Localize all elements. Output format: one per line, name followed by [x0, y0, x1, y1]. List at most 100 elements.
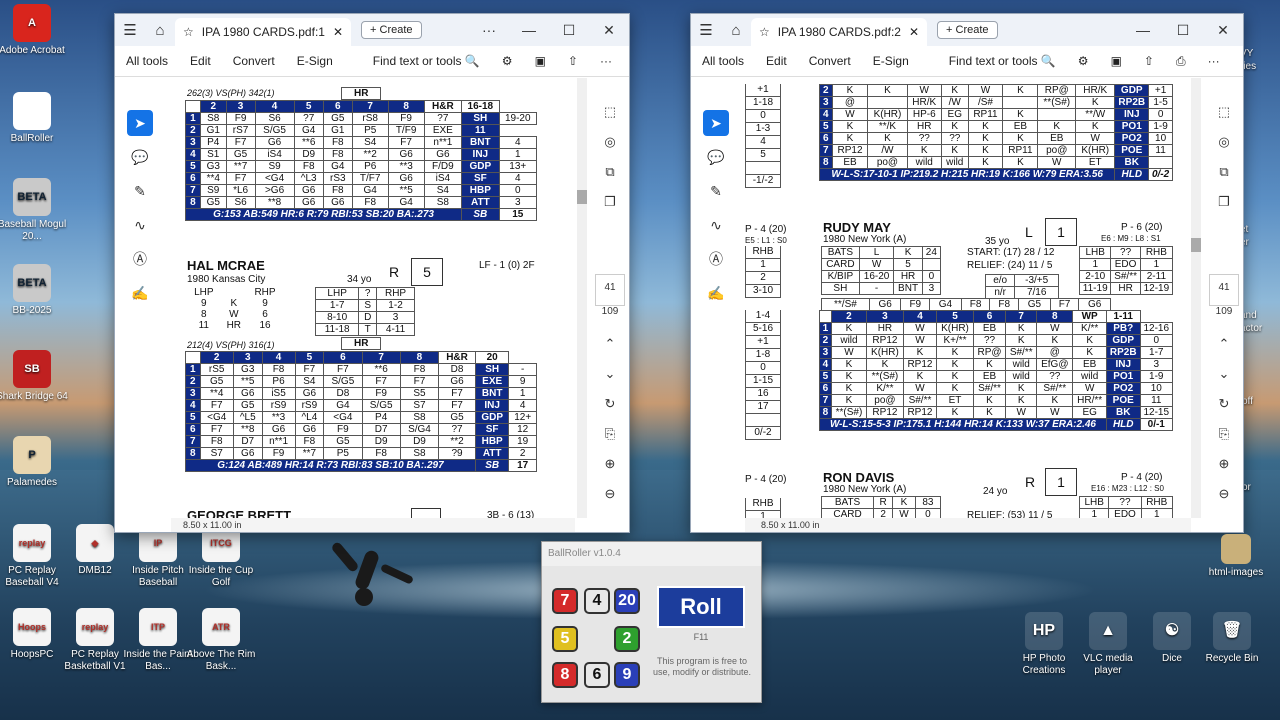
html-images-folder[interactable]: html-images — [1200, 534, 1272, 579]
vertical-scrollbar[interactable] — [577, 78, 587, 518]
create-button[interactable]: + Create — [937, 21, 998, 39]
more-icon[interactable]: ··· — [469, 14, 509, 46]
comment-tool-icon[interactable]: 💬 — [127, 144, 153, 170]
pdf-window-2[interactable]: ☰ ⌂ ☆ IPA 1980 CARDS.pdf:2 ✕ + Create — … — [690, 13, 1244, 533]
menu-convert[interactable]: Convert — [222, 54, 286, 68]
select-tool-icon[interactable]: ➤ — [127, 110, 153, 136]
pages-icon[interactable]: ❐ — [1209, 194, 1239, 224]
home-icon[interactable]: ⌂ — [721, 22, 751, 39]
more-options-icon[interactable]: ··· — [1197, 54, 1231, 68]
more-options-icon[interactable]: ··· — [589, 54, 623, 68]
page-up-icon[interactable]: ⌃ — [595, 336, 625, 366]
zoom-in-icon[interactable]: ⊕ — [595, 456, 625, 486]
minimize-icon[interactable]: — — [509, 14, 549, 46]
star-icon[interactable]: ☆ — [759, 25, 770, 39]
rotate-icon[interactable]: ↻ — [595, 396, 625, 426]
horizontal-scrollbar[interactable]: 8.50 x 11.00 in — [171, 518, 575, 532]
page-down-icon[interactable]: ⌄ — [595, 366, 625, 396]
pdf-page-2[interactable]: +1 1-18 0 1-3 4 5 -1/-2 2 K K W K W K RP@ HR/K GDP +1 3 @ H… — [745, 78, 1191, 518]
menu-edit[interactable]: Edit — [179, 54, 222, 68]
print-icon[interactable]: ⎙ — [1165, 54, 1197, 69]
menu-convert[interactable]: Convert — [798, 54, 862, 68]
desktop-icon-5[interactable]: P Palamedes — [0, 436, 68, 489]
desktop-icon-right-0[interactable]: HP HP Photo Creations — [1008, 612, 1080, 677]
menu-esign[interactable]: E-Sign — [286, 54, 344, 68]
page-number-box[interactable]: 41 — [595, 274, 625, 306]
highlight-tool-icon[interactable]: ✎ — [127, 178, 153, 204]
document-tab-2[interactable]: ☆ IPA 1980 CARDS.pdf:2 ✕ — [751, 18, 928, 46]
zoom-out-icon[interactable]: ⊖ — [1209, 486, 1239, 516]
minimize-icon[interactable]: — — [1123, 14, 1163, 46]
roll-button[interactable]: Roll — [657, 586, 745, 628]
tools-icon[interactable]: ⚙ — [491, 54, 524, 68]
menu-esign[interactable]: E-Sign — [862, 54, 920, 68]
sign-tool-icon[interactable]: ✍ — [127, 280, 153, 306]
close-window-icon[interactable]: ✕ — [589, 14, 629, 46]
create-button[interactable]: + Create — [361, 21, 422, 39]
desktop-icon-bottom-6[interactable]: ITP Inside the Paint Bas... — [122, 608, 194, 673]
fit-page-icon[interactable]: ⎘ — [595, 426, 625, 456]
desktop-icon-bottom-3[interactable]: ITCG Inside the Cup Golf — [185, 524, 257, 589]
zoom-out-icon[interactable]: ⊖ — [595, 486, 625, 516]
page-number-box[interactable]: 41 — [1209, 274, 1239, 306]
maximize-icon[interactable]: ☐ — [1163, 14, 1203, 46]
document-tab[interactable]: ☆ IPA 1980 CARDS.pdf:1 ✕ — [175, 18, 352, 46]
die-4: 2 — [614, 626, 640, 652]
close-tab-icon[interactable]: ✕ — [909, 25, 919, 39]
vertical-scrollbar-2[interactable] — [1191, 78, 1201, 518]
maximize-icon[interactable]: ☐ — [549, 14, 589, 46]
rotate-icon[interactable]: ↻ — [1209, 396, 1239, 426]
desktop-icon-bottom-0[interactable]: replay PC Replay Baseball V4 — [0, 524, 68, 589]
desktop-icon-0[interactable]: A Adobe Acrobat — [0, 4, 68, 57]
upload-icon[interactable]: ⇧ — [557, 54, 589, 68]
zoom-in-icon[interactable]: ⊕ — [1209, 456, 1239, 486]
desktop-icon-bottom-4[interactable]: Hoops HoopsPC — [0, 608, 68, 661]
bookmark-icon[interactable]: ⧉ — [595, 164, 625, 194]
page-down-icon[interactable]: ⌄ — [1209, 366, 1239, 396]
page-up-icon[interactable]: ⌃ — [1209, 336, 1239, 366]
tools-icon[interactable]: ⚙ — [1067, 54, 1100, 68]
desktop-icon-3[interactable]: BETA BB-2025 — [0, 264, 68, 317]
desktop-icon-right-1[interactable]: ▲ VLC media player — [1072, 612, 1144, 677]
home-icon[interactable]: ⌂ — [145, 22, 175, 39]
sign-tool-icon[interactable]: ✍ — [703, 280, 729, 306]
upload-icon[interactable]: ⇧ — [1133, 54, 1165, 68]
select-tool-icon[interactable]: ➤ — [703, 110, 729, 136]
menu-edit[interactable]: Edit — [755, 54, 798, 68]
save-icon[interactable]: ▣ — [524, 54, 557, 68]
desktop-icon-1[interactable]: BallRoller — [0, 92, 68, 145]
star-icon[interactable]: ☆ — [183, 25, 194, 39]
close-window-icon[interactable]: ✕ — [1203, 14, 1243, 46]
text-tool-icon[interactable]: Ⓐ — [703, 246, 729, 272]
export-icon[interactable]: ⬚ — [1209, 104, 1239, 134]
ballroller-window[interactable]: BallRoller v1.0.4 7 4 20 5 2 8 6 9 Roll F11 Thi… — [541, 541, 762, 703]
draw-tool-icon[interactable]: ∿ — [703, 212, 729, 238]
highlight-tool-icon[interactable]: ✎ — [703, 178, 729, 204]
bookmark-icon[interactable]: ⧉ — [1209, 164, 1239, 194]
pdf-page-1[interactable]: 262(3) VS(PH) 342(1) HR 1 2 3 4 5 6 7 8 H&R 16-18… — [171, 78, 575, 518]
find-tools[interactable]: Find text or tools 🔍 — [938, 54, 1067, 68]
horizontal-scrollbar-2[interactable]: 8.50 x 11.00 in — [745, 518, 1191, 532]
desktop-icon-right-3[interactable]: 🗑 Recycle Bin — [1196, 612, 1268, 665]
desktop-icon-bottom-7[interactable]: ATR Above The Rim Bask... — [185, 608, 257, 673]
comments-icon[interactable]: ◎ — [595, 134, 625, 164]
menu-all-tools[interactable]: All tools — [115, 54, 179, 68]
save-icon[interactable]: ▣ — [1100, 54, 1133, 68]
desktop-icon-4[interactable]: SB Shark Bridge 64 — [0, 350, 68, 403]
find-tools[interactable]: Find text or tools 🔍 — [362, 54, 491, 68]
comments-icon[interactable]: ◎ — [1209, 134, 1239, 164]
text-tool-icon[interactable]: Ⓐ — [127, 246, 153, 272]
desktop-icon-bottom-5[interactable]: replay PC Replay Basketball V1 — [59, 608, 131, 673]
comment-tool-icon[interactable]: 💬 — [703, 144, 729, 170]
hamburger-menu-icon[interactable]: ☰ — [691, 21, 721, 39]
export-icon[interactable]: ⬚ — [595, 104, 625, 134]
desktop-icon-2[interactable]: BETA Baseball Mogul 20... — [0, 178, 68, 243]
hamburger-menu-icon[interactable]: ☰ — [115, 21, 145, 39]
pages-icon[interactable]: ❐ — [595, 194, 625, 224]
pdf-window-1[interactable]: ☰ ⌂ ☆ IPA 1980 CARDS.pdf:1 ✕ + Create ··… — [114, 13, 630, 533]
desktop-icon-bottom-2[interactable]: IP Inside Pitch Baseball — [122, 524, 194, 589]
fit-page-icon[interactable]: ⎘ — [1209, 426, 1239, 456]
close-tab-icon[interactable]: ✕ — [333, 25, 343, 39]
draw-tool-icon[interactable]: ∿ — [127, 212, 153, 238]
menu-all-tools[interactable]: All tools — [691, 54, 755, 68]
